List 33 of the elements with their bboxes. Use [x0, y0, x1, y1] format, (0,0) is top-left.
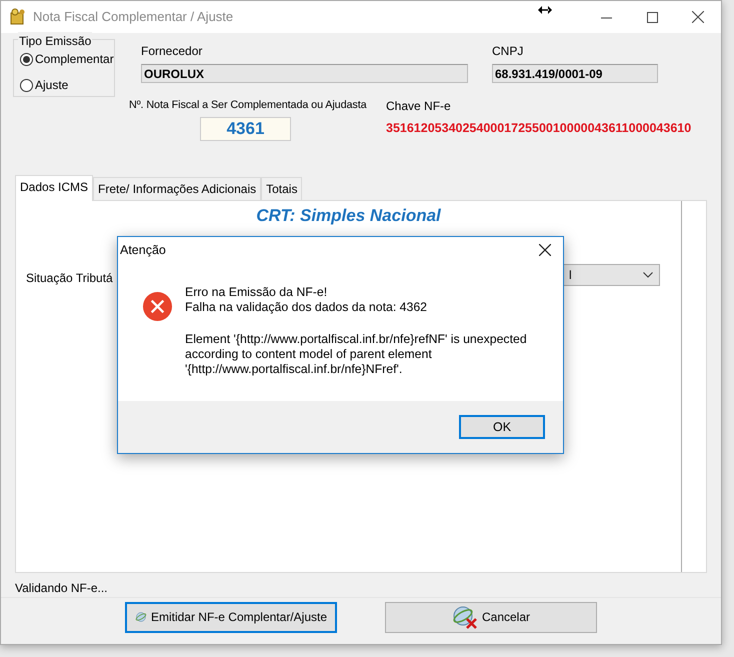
field-label: Situação Tributá	[26, 270, 113, 288]
maximize-icon	[646, 12, 658, 22]
status-text: Validando NF-e...	[15, 580, 108, 595]
resize-cursor-icon	[538, 6, 552, 14]
field-label: Nº. Nota Fiscal a Ser Complementada ou Ajudasta	[129, 98, 366, 113]
error-icon	[142, 291, 173, 322]
access-key: 35161205340254000172550010000043611000043610	[386, 119, 692, 138]
globe-cancel-icon	[452, 605, 478, 630]
chevron-down-icon	[643, 272, 653, 278]
error-detail: Element '{http://www.portalfiscal.inf.br/nfe}refNF' is unexpected according to content model of parent element '{http://www.portalfiscal.inf.br/nfe}NFref'.	[185, 332, 528, 378]
group-label: Tipo Emissão	[18, 32, 92, 50]
error-message: Falha na validação dos dados da nota: 4362	[185, 300, 428, 316]
tab[interactable]: Dados ICMS	[15, 175, 94, 202]
emit-button[interactable]: Emitidar NF-e Complentar/Ajuste	[125, 602, 337, 633]
supplier-field[interactable]: OUROLUX	[141, 64, 468, 83]
window-title: Nota Fiscal Complementar / Ajuste	[33, 8, 234, 26]
radio-button[interactable]: Complementar	[20, 50, 114, 68]
dialog-title: Atenção	[120, 242, 166, 259]
invoice-number-field[interactable]: 4361	[200, 117, 291, 142]
section-heading: CRT: Simples Nacional	[256, 205, 441, 228]
error-message: Erro na Emissão da NF-e!	[185, 285, 328, 300]
tab[interactable]: Totais	[261, 177, 302, 200]
tab[interactable]: Frete/ Informações Adicionais	[93, 177, 262, 200]
field-label: CNPJ	[492, 43, 524, 60]
close-icon	[539, 244, 551, 256]
field-label: Chave NF-e	[386, 98, 451, 115]
cancel-button[interactable]: Cancelar	[385, 602, 597, 633]
radio-button[interactable]: Ajuste	[20, 76, 68, 94]
cnpj-field[interactable]: 68.931.419/0001-09	[492, 64, 658, 83]
ok-button[interactable]: OK	[459, 415, 545, 439]
app-icon	[9, 8, 27, 26]
close-icon	[692, 11, 704, 23]
field-label: Fornecedor	[141, 43, 202, 60]
